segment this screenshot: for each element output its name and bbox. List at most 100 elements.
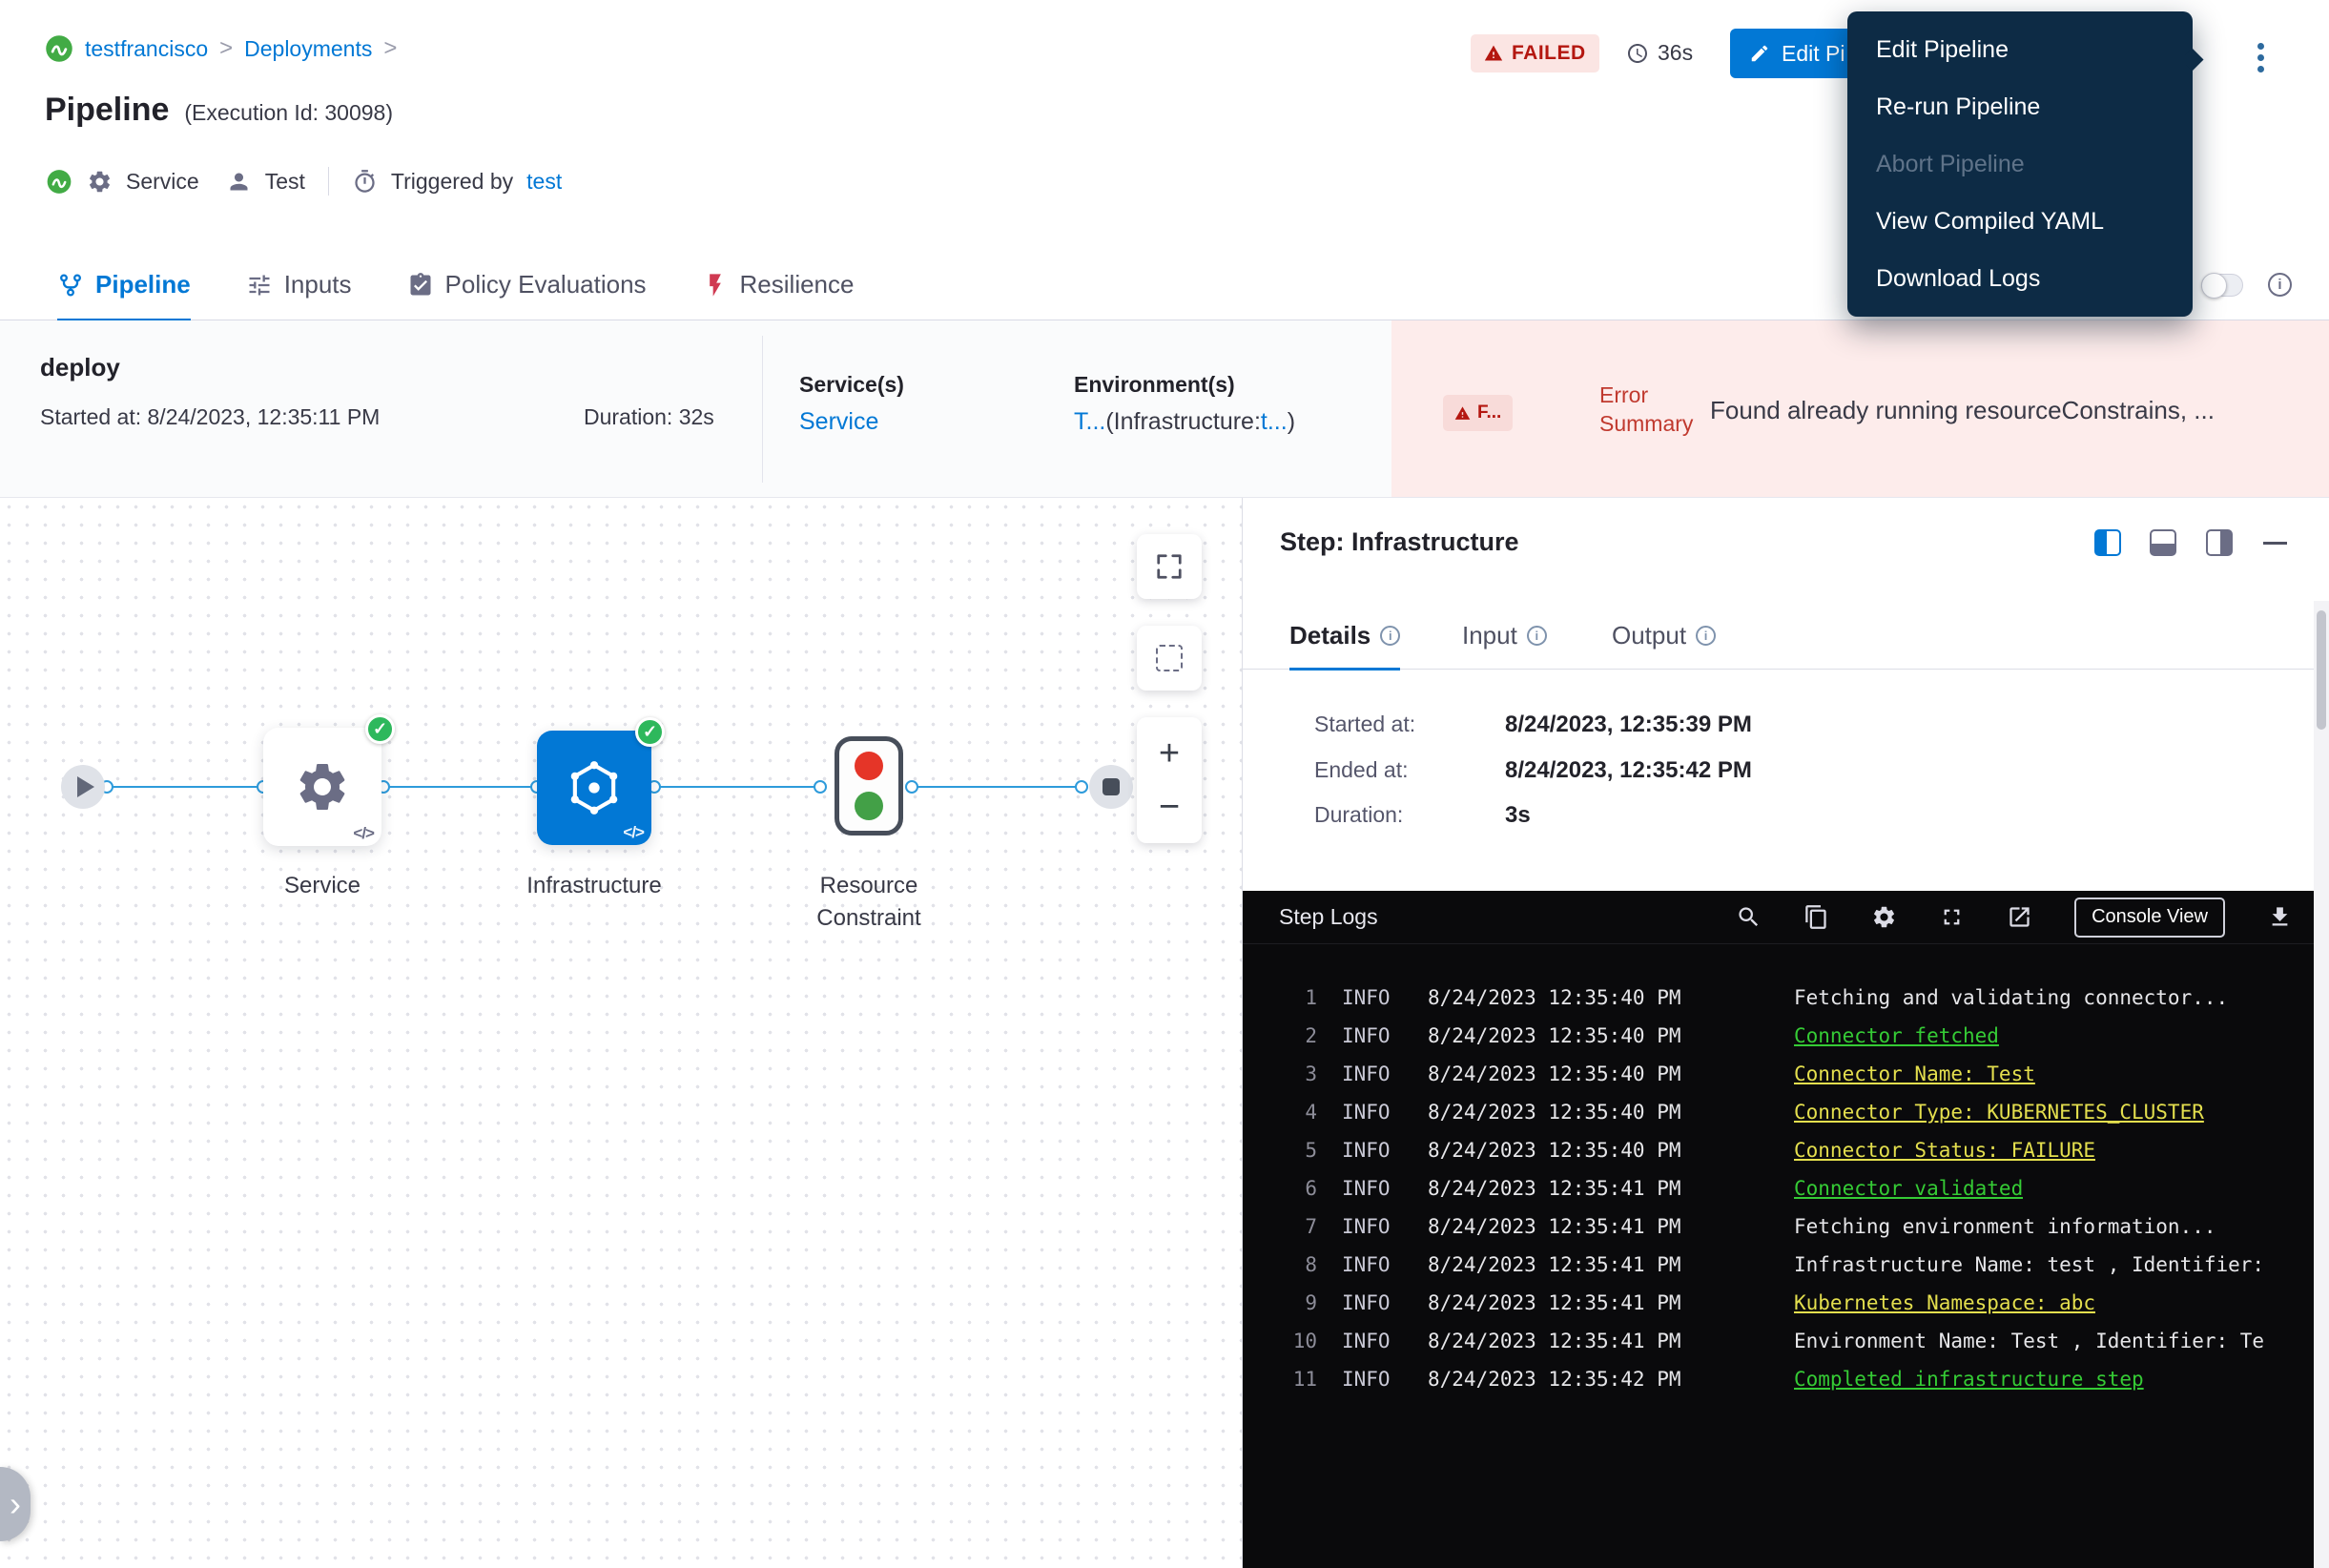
step-logs-console: Step Logs Console View 1INFO8/24/2023 12… <box>1243 891 2329 1568</box>
environment-name[interactable]: Test <box>265 169 305 195</box>
menu-item-abort-pipeline[interactable]: Abort Pipeline <box>1847 135 2193 193</box>
detail-row: Duration:3s <box>1314 802 1531 829</box>
status-badge: FAILED <box>1471 34 1599 72</box>
tab-policy-evaluations[interactable]: Policy Evaluations <box>407 250 647 320</box>
zoom-in-button[interactable]: + <box>1159 735 1180 772</box>
console-view-button[interactable]: Console View <box>2074 897 2225 938</box>
layout-split-right-button[interactable] <box>2206 529 2233 556</box>
log-message: Fetching and validating connector... <box>1794 986 2228 1009</box>
services-label: Service(s) <box>799 372 904 398</box>
resilience-icon <box>702 272 729 299</box>
breadcrumb-deployments-link[interactable]: Deployments <box>244 36 372 62</box>
log-body[interactable]: 1INFO8/24/2023 12:35:40 PMFetching and v… <box>1243 944 2329 1398</box>
log-message: Connector Name: Test <box>1794 1063 2035 1085</box>
harness-logo-icon <box>45 34 73 63</box>
triggered-by-user-link[interactable]: test <box>526 169 562 195</box>
info-icon[interactable]: i <box>1696 626 1716 646</box>
breadcrumb-project-link[interactable]: testfrancisco <box>85 36 208 62</box>
elapsed-time: 36s <box>1626 40 1693 66</box>
pencil-icon <box>1749 43 1770 64</box>
success-check-badge: ✓ <box>635 717 665 747</box>
environments-label: Environment(s) <box>1074 372 1235 398</box>
log-line-number: 6 <box>1262 1177 1317 1200</box>
detail-row: Started at:8/24/2023, 12:35:39 PM <box>1314 712 1752 738</box>
step-tabs: Details i Input i Output i <box>1243 601 2329 670</box>
log-line: 8INFO8/24/2023 12:35:41 PMInfrastructure… <box>1262 1246 2319 1284</box>
fullscreen-icon[interactable] <box>1939 904 1965 930</box>
environment-link[interactable]: T... <box>1074 408 1105 435</box>
view-toggle-switch[interactable] <box>2201 274 2243 297</box>
log-timestamp: 8/24/2023 12:35:42 PM <box>1428 1368 1767 1391</box>
canvas-fullscreen-button[interactable] <box>1137 534 1202 599</box>
tab-resilience[interactable]: Resilience <box>702 250 855 320</box>
app-root: testfrancisco > Deployments > Pipeline (… <box>0 0 2329 1568</box>
clock-icon <box>1626 42 1649 65</box>
node-infrastructure[interactable]: ✓ </> <box>537 731 651 845</box>
marquee-icon <box>1156 645 1183 671</box>
zoom-out-button[interactable]: − <box>1159 789 1180 825</box>
tab-inputs[interactable]: Inputs <box>246 250 352 320</box>
breadcrumb: testfrancisco > Deployments > <box>45 34 397 63</box>
menu-item-edit-pipeline[interactable]: Edit Pipeline <box>1847 21 2193 78</box>
pipeline-meta-row: Service Test Triggered by test <box>45 164 562 198</box>
step-logs-title: Step Logs <box>1279 904 1378 930</box>
tab-output-label: Output <box>1612 621 1686 650</box>
step-detail-panel: Step: Infrastructure Details i Input i O… <box>1243 498 2329 1568</box>
search-icon[interactable] <box>1736 904 1762 930</box>
log-timestamp: 8/24/2023 12:35:40 PM <box>1428 1024 1767 1047</box>
copy-icon[interactable] <box>1803 904 1829 930</box>
environment-infra-text: (Infrastructure: <box>1105 408 1261 435</box>
info-icon[interactable]: i <box>1527 626 1547 646</box>
detail-label: Started at: <box>1314 712 1505 737</box>
menu-item-download-logs[interactable]: Download Logs <box>1847 250 2193 307</box>
failed-chip: F... <box>1443 395 1513 431</box>
tab-input[interactable]: Input i <box>1462 601 1547 670</box>
log-line-number: 11 <box>1262 1368 1317 1391</box>
canvas-marquee-select-button[interactable] <box>1137 626 1202 691</box>
log-timestamp: 8/24/2023 12:35:40 PM <box>1428 986 1767 1009</box>
download-icon[interactable] <box>2267 904 2293 930</box>
layout-split-left-button[interactable] <box>2094 529 2121 556</box>
menu-item-view-compiled-yaml[interactable]: View Compiled YAML <box>1847 193 2193 250</box>
gear-icon[interactable] <box>1871 904 1897 930</box>
minimize-panel-button[interactable] <box>2263 542 2287 545</box>
tab-pipeline[interactable]: Pipeline <box>57 250 191 320</box>
stage-name[interactable]: deploy <box>40 353 120 382</box>
more-options-kebab-button[interactable] <box>2243 36 2277 78</box>
log-line-number: 3 <box>1262 1063 1317 1085</box>
toggle-knob[interactable] <box>2201 273 2227 299</box>
info-icon[interactable]: i <box>1380 626 1400 646</box>
error-summary-label: Error Summary <box>1599 381 1714 438</box>
tab-pipeline-label: Pipeline <box>95 270 191 299</box>
node-label-service: Service <box>244 870 401 902</box>
log-line: 6INFO8/24/2023 12:35:41 PMConnector vali… <box>1262 1169 2319 1207</box>
node-service[interactable]: ✓ </> <box>263 728 381 846</box>
warning-icon <box>1454 405 1471 422</box>
infrastructure-link[interactable]: t... <box>1261 408 1288 435</box>
scrollbar-thumb[interactable] <box>2317 610 2326 730</box>
divider <box>328 167 329 196</box>
services-value-link[interactable]: Service <box>799 408 878 436</box>
expand-left-panel-button[interactable]: › <box>0 1467 31 1541</box>
log-message: Fetching environment information... <box>1794 1215 2216 1238</box>
info-icon[interactable]: i <box>2268 273 2292 297</box>
tab-output[interactable]: Output i <box>1612 601 1716 670</box>
node-resource-constraint[interactable] <box>835 736 903 836</box>
pipeline-canvas[interactable]: ✓ </> Service ✓ </> Infrastructure Resou… <box>0 498 1243 1568</box>
service-name[interactable]: Service <box>126 169 199 195</box>
menu-item-rerun-pipeline[interactable]: Re-run Pipeline <box>1847 78 2193 135</box>
step-logs-header: Step Logs Console View <box>1243 891 2329 944</box>
layout-split-bottom-button[interactable] <box>2150 529 2176 556</box>
log-line-number: 1 <box>1262 986 1317 1009</box>
tab-details[interactable]: Details i <box>1289 601 1400 670</box>
stage-summary-bar: deploy Started at: 8/24/2023, 12:35:11 P… <box>0 320 2329 498</box>
chevron-right-icon: > <box>219 35 233 62</box>
gear-icon <box>294 758 351 815</box>
scrollbar-track[interactable] <box>2314 601 2329 1568</box>
execution-id: (Execution Id: 30098) <box>184 100 393 126</box>
log-line-number: 9 <box>1262 1291 1317 1314</box>
template-code-icon: </> <box>353 824 374 843</box>
start-node <box>61 765 105 809</box>
external-link-icon[interactable] <box>2007 904 2032 930</box>
environments-value: T...(Infrastructure:t...) <box>1074 408 1295 436</box>
